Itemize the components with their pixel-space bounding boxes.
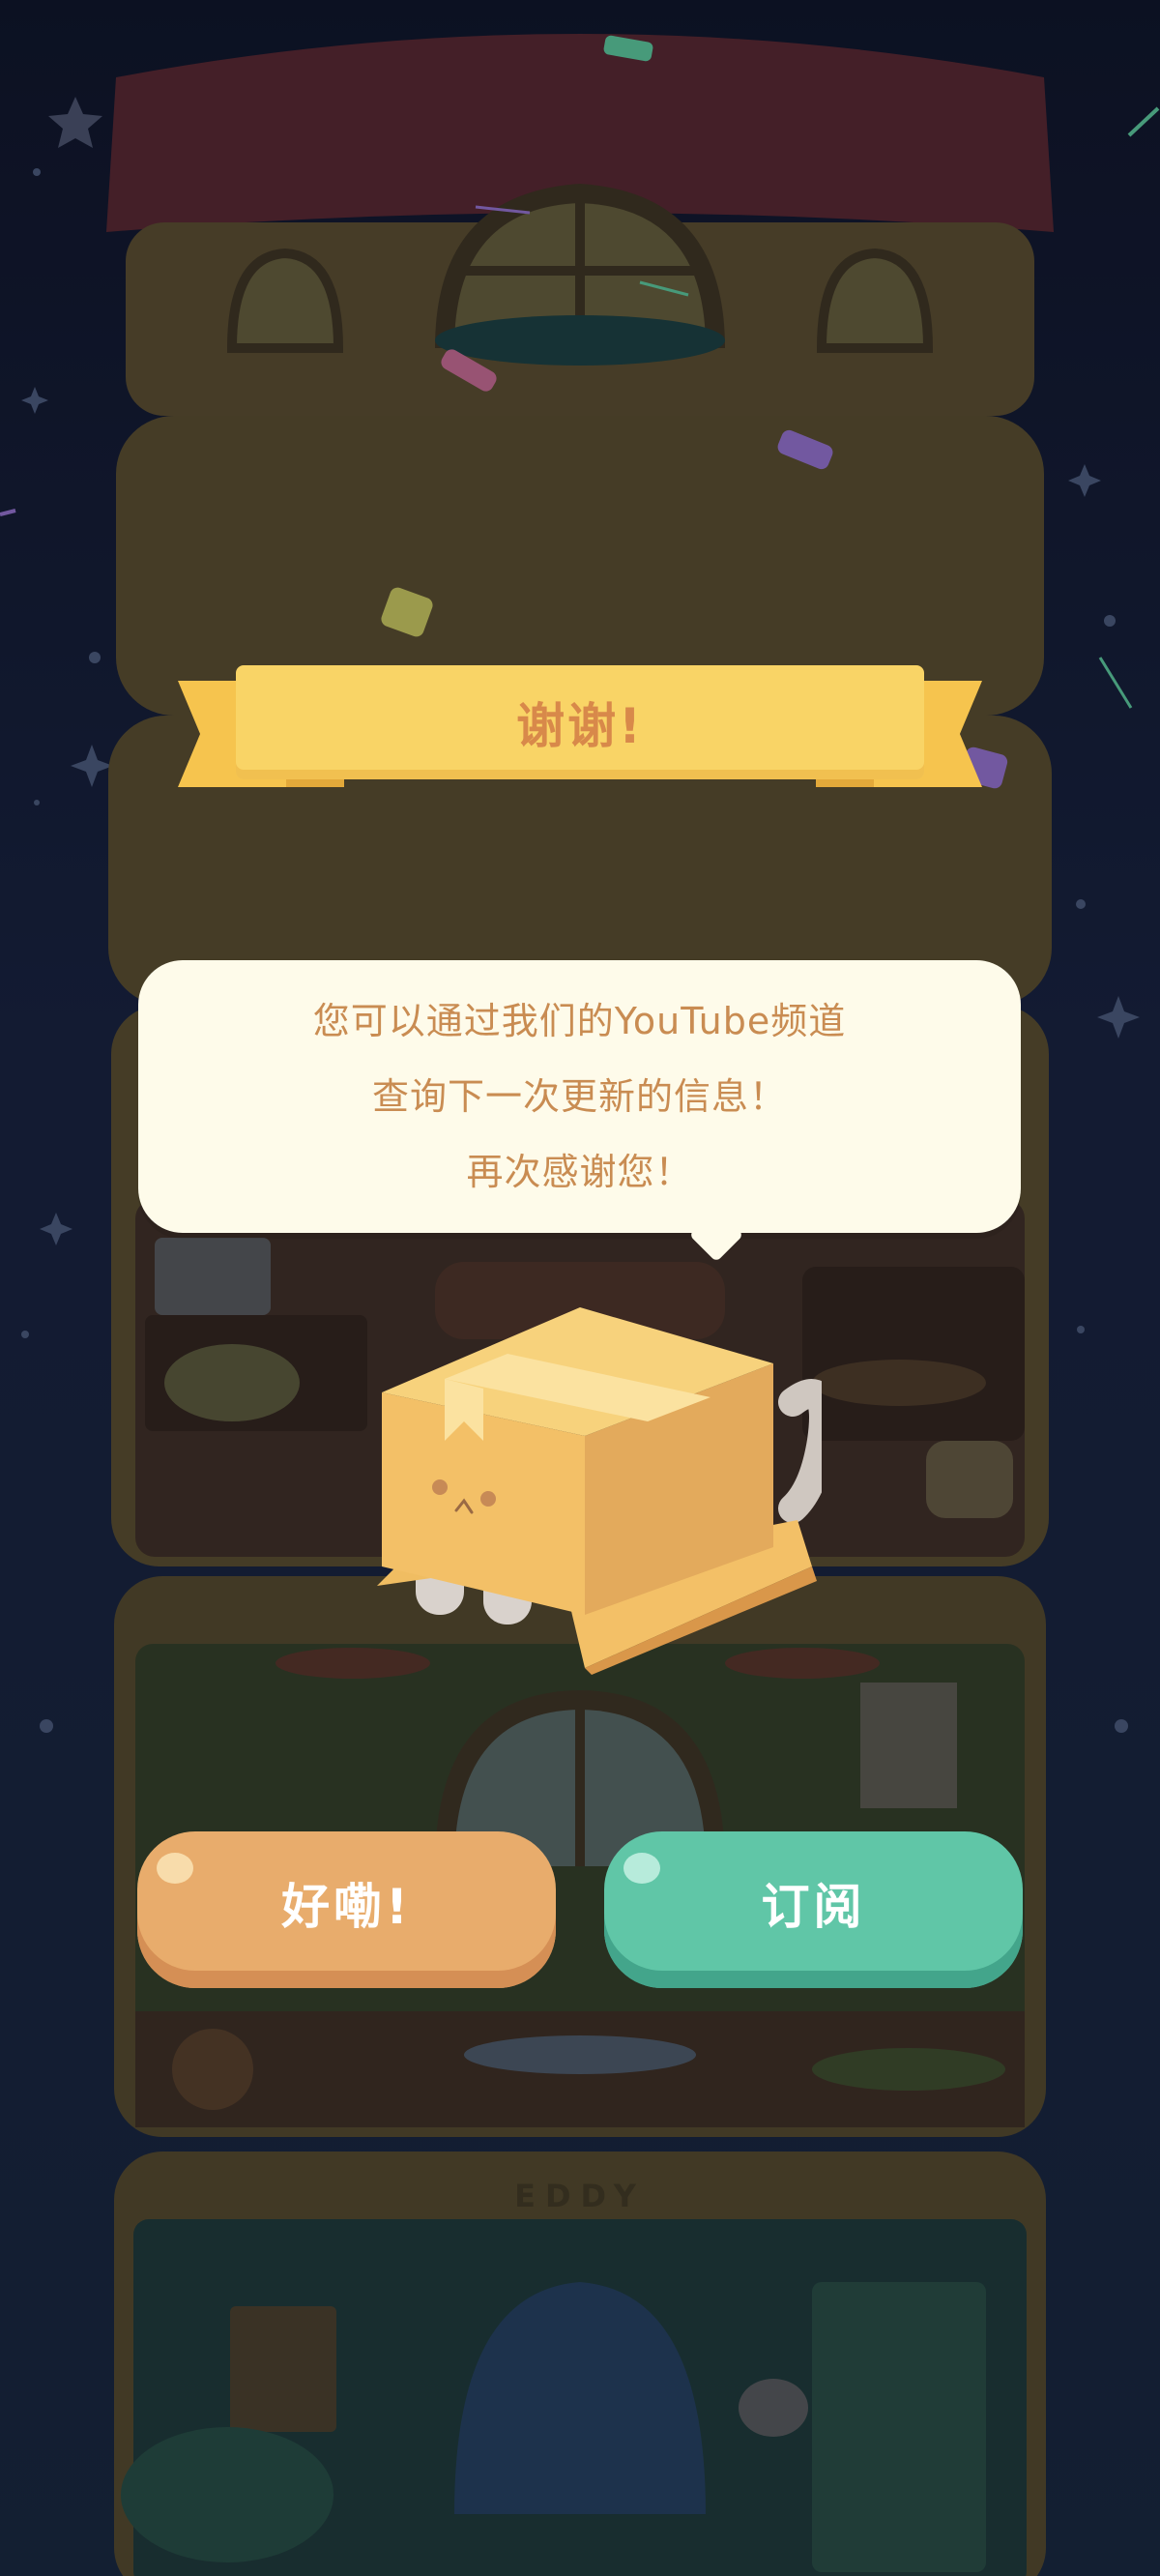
modal-overlay [0, 0, 1160, 2576]
box-cat-character [377, 1307, 822, 1675]
message-line-1: 您可以通过我们的YouTube频道 [312, 1000, 847, 1042]
message-bubble: 您可以通过我们的YouTube频道 查询下一次更新的信息！ 再次感谢您！ [138, 960, 1021, 1263]
banner-title: 谢谢! [516, 698, 644, 754]
ok-button[interactable]: 好嘞! [137, 1831, 556, 1988]
title-banner: 谢谢! [178, 665, 982, 787]
banner-face: 谢谢! [236, 665, 924, 779]
message-line-3: 再次感谢您！ [466, 1151, 693, 1193]
message-line-2: 查询下一次更新的信息！ [371, 1075, 787, 1118]
subscribe-button[interactable]: 订阅 [604, 1831, 1023, 1988]
ok-button-highlight [157, 1853, 193, 1884]
subscribe-button-highlight [624, 1853, 660, 1884]
ok-button-label: 好嘞! [281, 1879, 412, 1935]
subscribe-button-label: 订阅 [761, 1879, 866, 1935]
